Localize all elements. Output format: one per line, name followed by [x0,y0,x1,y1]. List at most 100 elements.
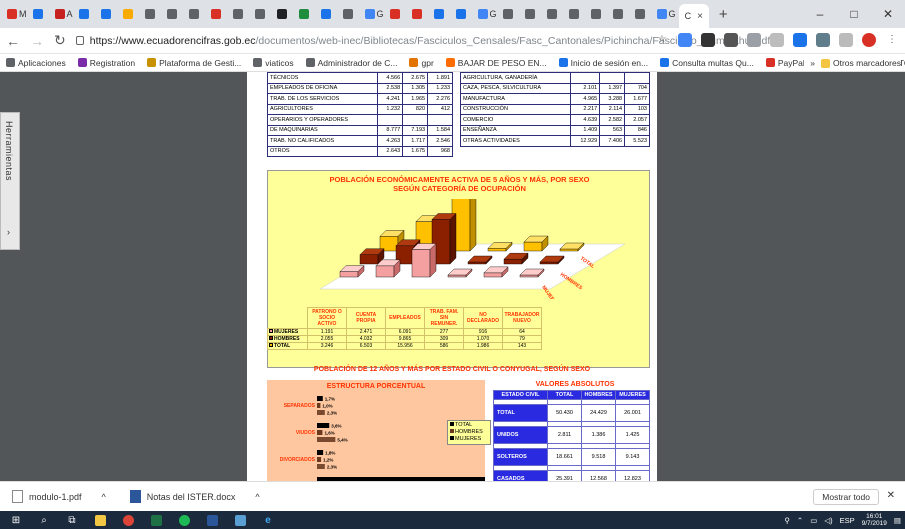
browser-tab[interactable] [252,4,274,24]
extension-icon[interactable] [678,33,692,47]
spotify-icon[interactable] [172,511,196,529]
menu-icon[interactable]: ⋮ [885,33,899,47]
reload-icon[interactable]: ↻ [54,32,66,49]
chevron-up-icon[interactable]: ^ [102,492,106,502]
browser-tab[interactable] [208,4,230,24]
download-filename: modulo-1.pdf [29,491,82,502]
browser-tab[interactable]: M [4,4,30,24]
browser-tab[interactable]: G [475,4,500,24]
clock[interactable]: 16:01 9/7/2019 [862,513,887,527]
minimize-button[interactable]: – [803,0,837,28]
bookmark-item[interactable]: PayPal [765,58,805,68]
back-arrow-icon[interactable]: ← [6,33,20,49]
extension-icon[interactable] [724,33,738,47]
bookmark-item[interactable]: BAJAR DE PESO EN... [445,58,547,68]
browser-tab[interactable] [142,4,164,24]
browser-tab[interactable] [30,4,52,24]
windows-start-icon[interactable]: ⊞ [4,511,28,529]
download-item[interactable]: modulo-1.pdf ^ [12,490,106,503]
browser-tab[interactable]: G [362,4,387,24]
browser-tab[interactable] [610,4,632,24]
table-cell: 12.568 [581,470,616,481]
maximize-button[interactable]: □ [837,0,871,28]
row-label: CONSTRUCCIÓN [459,103,572,115]
network-icon[interactable]: ▭ [810,516,817,525]
browser-tab[interactable] [632,4,654,24]
language-indicator[interactable]: ESP [840,516,855,525]
bookmark-item[interactable]: Inicio de sesión en... [558,57,649,68]
file-explorer-icon[interactable] [88,511,112,529]
browser-tab[interactable] [296,4,318,24]
edge-icon[interactable]: e [256,511,280,529]
other-bookmarks[interactable]: Otros marcadores [820,58,901,68]
browser-tab[interactable] [453,4,475,24]
browser-tab[interactable] [230,4,252,24]
browser-tab[interactable] [566,4,588,24]
extension-icon[interactable] [816,33,830,47]
browser-tab[interactable] [98,4,120,24]
tab-favicon [590,9,601,19]
chevron-right-icon[interactable]: › [7,227,10,237]
excel-icon[interactable] [144,511,168,529]
browser-tab[interactable] [274,4,296,24]
bookmark-item[interactable]: Registration [77,58,135,68]
more-bookmarks-button[interactable]: » [810,58,815,68]
download-item[interactable]: Notas del ISTER.docx ^ [129,490,260,503]
browser-tab[interactable]: A [52,4,76,24]
extension-icon[interactable] [839,33,853,47]
browser-tab[interactable] [544,4,566,24]
browser-tab[interactable] [318,4,340,24]
task-view-icon[interactable]: ⧉ [60,511,84,529]
profile-avatar[interactable] [862,33,876,47]
close-downloads-icon[interactable]: ✕ [887,490,895,501]
chevron-up-icon[interactable]: ^ [255,492,259,502]
browser-tab[interactable] [588,4,610,24]
show-all-button[interactable]: Mostrar todo [813,489,879,505]
close-tab-icon[interactable]: × [697,11,703,22]
bookmark-item[interactable]: Plataforma de Gesti... [147,58,241,68]
close-window-button[interactable]: ✕ [871,0,905,28]
bookmark-item[interactable]: Consulta multas Qu... [660,58,754,68]
bookmark-item[interactable]: Administrador de C... [305,58,397,68]
star-icon[interactable]: ☆ [655,33,669,47]
extension-icon[interactable] [747,33,761,47]
app-icon[interactable] [228,511,252,529]
word-icon[interactable] [200,511,224,529]
active-tab[interactable]: C × [678,4,709,28]
bookmark-item[interactable]: gpr [409,58,434,68]
browser-tab[interactable]: G [654,4,679,24]
browser-tab[interactable] [500,4,522,24]
new-tab-button[interactable]: + [719,6,728,23]
bookmark-label: Inicio de sesión en... [570,57,649,68]
browser-tab[interactable] [387,4,409,24]
tab-favicon [122,9,133,19]
tab-favicon [634,9,645,19]
table-cell: 12.929 [570,135,601,147]
notifications-icon[interactable]: ▤ [894,516,901,525]
browser-tab[interactable] [522,4,544,24]
browser-tab[interactable] [76,4,98,24]
search-icon[interactable]: ⌕ [32,511,56,529]
browser-tab[interactable] [340,4,362,24]
browser-tab[interactable] [120,4,142,24]
browser-tab[interactable] [186,4,208,24]
browser-tab[interactable] [409,4,431,24]
table-header-blank [268,308,308,329]
people-icon[interactable]: ⚲ [784,516,790,525]
extension-icon[interactable] [793,33,807,47]
volume-icon[interactable]: ◁) [824,516,832,525]
bookmark-item[interactable]: viaticos [253,58,294,68]
browser-tab[interactable] [431,4,453,24]
bookmark-item[interactable]: Aplicaciones [6,58,66,68]
browser-tab[interactable] [164,4,186,24]
table-cell: 2.538 [377,82,404,94]
chrome-icon[interactable] [116,511,140,529]
table-cell: 25.391 [547,470,582,481]
extension-icon[interactable] [770,33,784,47]
table-cell: 7.193 [402,124,429,136]
bookmark-label: Aplicaciones [18,57,66,68]
tools-sidebar[interactable]: Herramientas › [0,112,20,250]
forward-arrow-icon[interactable]: → [30,33,44,49]
tray-chevron-icon[interactable]: ⌃ [797,516,803,525]
extension-icon[interactable] [701,33,715,47]
